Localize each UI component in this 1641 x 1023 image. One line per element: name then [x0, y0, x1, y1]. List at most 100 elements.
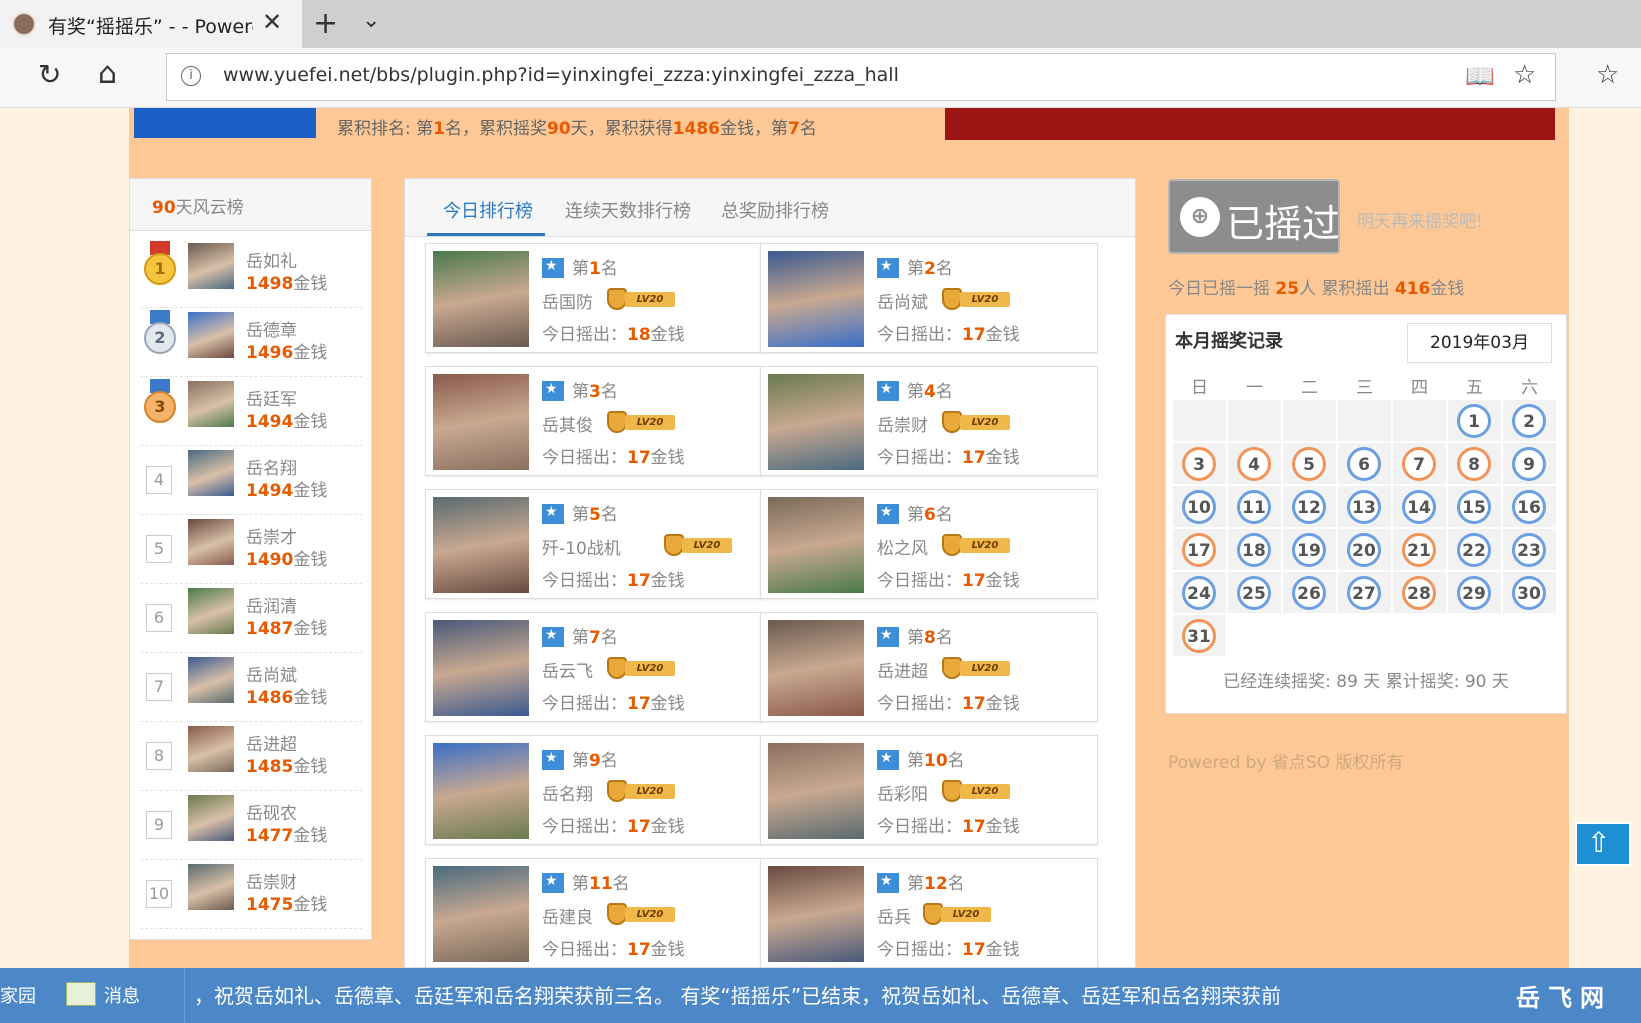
member-name[interactable]: 岳进超: [877, 657, 928, 682]
member-name[interactable]: 岳尚斌: [877, 288, 928, 313]
member-name[interactable]: 松之风: [877, 534, 928, 559]
avatar[interactable]: [768, 866, 864, 962]
tab-today-ranking[interactable]: 今日排行榜: [443, 197, 533, 223]
ranking-card[interactable]: 第8名 岳进超 LV20 今日摇出：17金钱: [760, 612, 1098, 722]
ranking-card[interactable]: 第6名 松之风 LV20 今日摇出：17金钱: [760, 489, 1098, 599]
leaderboard-row[interactable]: 5 岳崇才 1490金钱: [140, 515, 362, 584]
site-logo: 岳飞网: [1516, 984, 1612, 1012]
avatar[interactable]: [768, 620, 864, 716]
scroll-to-top-button[interactable]: ⇧: [1575, 822, 1631, 866]
ranking-card[interactable]: 第12名 岳兵 LV20 今日摇出：17金钱: [760, 858, 1098, 968]
calendar-cell: 3: [1172, 442, 1227, 485]
address-bar[interactable]: i www.yuefei.net/bbs/plugin.php?id=yinxi…: [166, 53, 1556, 101]
url-text[interactable]: www.yuefei.net/bbs/plugin.php?id=yinxing…: [223, 64, 899, 86]
browser-tab-bar: 有奖“摇摇乐” - - Powere ✕ + ⌄: [0, 0, 1641, 48]
avatar[interactable]: [768, 374, 864, 470]
avatar[interactable]: [768, 251, 864, 347]
avatar[interactable]: [188, 864, 234, 910]
calendar-month-select[interactable]: 2019年03月: [1407, 323, 1552, 363]
reading-view-icon[interactable]: 📖: [1465, 62, 1495, 90]
member-name[interactable]: 岳崇财: [877, 411, 928, 436]
today-coins: 今日摇出：17金钱: [542, 571, 685, 591]
ranking-card[interactable]: 第4名 岳崇财 LV20 今日摇出：17金钱: [760, 366, 1098, 476]
ranking-card[interactable]: 第11名 岳建良 LV20 今日摇出：17金钱: [425, 858, 763, 968]
level-shield-icon: [607, 657, 627, 679]
avatar[interactable]: [433, 497, 529, 593]
member-name[interactable]: 岳云飞: [542, 657, 593, 682]
tab-total-reward[interactable]: 总奖励排行榜: [721, 197, 829, 223]
home-icon[interactable]: ⌂: [98, 56, 117, 91]
avatar[interactable]: [188, 381, 234, 427]
avatar[interactable]: [188, 657, 234, 703]
star-icon[interactable]: ☆: [1513, 60, 1536, 90]
ranking-card[interactable]: 第3名 岳其俊 LV20 今日摇出：17金钱: [425, 366, 763, 476]
gift-icon: ⊕: [1180, 197, 1220, 237]
chevron-down-icon[interactable]: ⌄: [362, 8, 380, 33]
leaderboard-row[interactable]: 1 岳如礼 1498金钱: [140, 239, 362, 308]
tab-consecutive-days[interactable]: 连续天数排行榜: [565, 197, 691, 223]
member-name[interactable]: 歼-10战机: [542, 534, 621, 559]
ranking-card[interactable]: 第10名 岳彩阳 LV20 今日摇出：17金钱: [760, 735, 1098, 845]
close-icon[interactable]: ✕: [262, 8, 282, 36]
member-name[interactable]: 岳建良: [542, 903, 593, 928]
message-icon[interactable]: [66, 982, 96, 1006]
leaderboard-row[interactable]: 7 岳尚斌 1486金钱: [140, 653, 362, 722]
ranking-card[interactable]: 第9名 岳名翔 LV20 今日摇出：17金钱: [425, 735, 763, 845]
avatar[interactable]: [188, 795, 234, 841]
messages-link[interactable]: 消息: [104, 982, 140, 1008]
level-label: LV20: [625, 292, 675, 307]
ranking-card[interactable]: 第1名 岳国防 LV20 今日摇出：18金钱: [425, 243, 763, 353]
leaderboard-row[interactable]: 2 岳德章 1496金钱: [140, 308, 362, 377]
level-badge: LV20: [607, 903, 677, 925]
avatar[interactable]: [188, 519, 234, 565]
leaderboard-row[interactable]: 9 岳砚农 1477金钱: [140, 791, 362, 860]
level-shield-icon: [664, 534, 684, 556]
level-label: LV20: [625, 661, 675, 676]
rank-badge-icon: [877, 258, 899, 278]
leaderboard-row[interactable]: 8 岳进超 1485金钱: [140, 722, 362, 791]
avatar[interactable]: [433, 866, 529, 962]
member-name[interactable]: 岳其俊: [542, 411, 593, 436]
info-icon[interactable]: i: [181, 66, 201, 86]
avatar[interactable]: [433, 251, 529, 347]
avatar[interactable]: [188, 243, 234, 289]
avatar[interactable]: [188, 450, 234, 496]
avatar[interactable]: [768, 743, 864, 839]
bottom-bar: 家园 消息 ，祝贺岳如礼、岳德章、岳廷军和岳名翔荣获前三名。 有奖“摇摇乐”已结…: [0, 968, 1641, 1023]
medal-icon: 2: [144, 322, 176, 354]
ranking-card[interactable]: 第5名 歼-10战机 LV20 今日摇出：17金钱: [425, 489, 763, 599]
leaderboard-row[interactable]: 3 岳廷军 1494金钱: [140, 377, 362, 446]
new-tab-icon[interactable]: +: [313, 6, 338, 41]
level-badge: LV20: [607, 288, 677, 310]
calendar-cell: 25: [1227, 571, 1282, 614]
weekday-header: 四: [1411, 378, 1428, 398]
member-name[interactable]: 岳国防: [542, 288, 593, 313]
today-coins: 今日摇出：17金钱: [542, 694, 685, 714]
avatar[interactable]: [433, 620, 529, 716]
ranking-panel: 今日排行榜 连续天数排行榜 总奖励排行榜 第1名 岳国防 LV20 今日摇出：1…: [404, 178, 1136, 968]
ranking-card[interactable]: 第2名 岳尚斌 LV20 今日摇出：17金钱: [760, 243, 1098, 353]
rank-number: 4: [146, 466, 172, 494]
calendar-day: 9: [1512, 447, 1546, 481]
leaderboard-row[interactable]: 10 岳崇财 1475金钱: [140, 860, 362, 929]
member-name[interactable]: 岳兵: [877, 903, 911, 928]
today-stats: 今日已摇一摇 25人 累积摇出 416金钱: [1168, 279, 1465, 299]
already-shaken-button[interactable]: ⊕ 已摇过: [1168, 179, 1340, 254]
calendar-day: 3: [1182, 447, 1216, 481]
member-name[interactable]: 岳名翔: [542, 780, 593, 805]
favorites-icon[interactable]: ☆: [1596, 60, 1619, 90]
leaderboard-row[interactable]: 6 岳润清 1487金钱: [140, 584, 362, 653]
level-shield-icon: [942, 534, 962, 556]
member-name[interactable]: 岳彩阳: [877, 780, 928, 805]
ranking-card[interactable]: 第7名 岳云飞 LV20 今日摇出：17金钱: [425, 612, 763, 722]
avatar[interactable]: [188, 312, 234, 358]
avatar[interactable]: [768, 497, 864, 593]
avatar[interactable]: [188, 588, 234, 634]
leaderboard-row[interactable]: 4 岳名翔 1494金钱: [140, 446, 362, 515]
home-link[interactable]: 家园: [0, 982, 36, 1008]
reload-icon[interactable]: ↻: [38, 58, 61, 91]
avatar[interactable]: [188, 726, 234, 772]
avatar[interactable]: [433, 374, 529, 470]
browser-tab[interactable]: 有奖“摇摇乐” - - Powere ✕: [0, 0, 302, 48]
avatar[interactable]: [433, 743, 529, 839]
